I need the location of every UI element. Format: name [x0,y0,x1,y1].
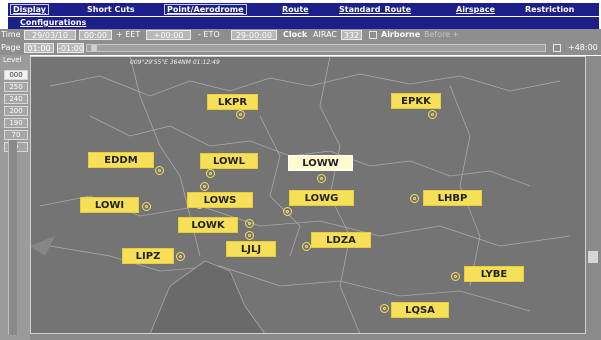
airac-field[interactable]: 332 [341,30,362,40]
level-option[interactable]: 200 [4,106,28,116]
page-forward-field[interactable]: 01:00 [24,43,54,53]
level-option[interactable]: 240 [4,94,28,104]
time-slider-thumb[interactable] [91,45,97,51]
level-option[interactable]: 190 [4,118,28,128]
aerodrome-label-epkk[interactable]: EPKK [391,93,441,109]
aerodrome-label-eddm[interactable]: EDDM [88,152,154,168]
aerodrome-label-ljlj[interactable]: LJLJ [226,241,276,257]
aerodrome-symbol[interactable] [245,231,254,240]
aerodrome-symbol[interactable] [245,219,254,228]
time-toolbar: Time 29/03/10 00:00 + EET +00:00 - ETO 2… [0,29,601,42]
airborne-label: Airborne [381,30,421,39]
aerodrome-label-lows[interactable]: LOWS [187,192,253,208]
menu-short-cuts[interactable]: Short Cuts [87,5,135,14]
time-slider[interactable] [86,44,546,52]
level-scrollbar[interactable] [8,140,17,335]
aerodrome-symbol[interactable] [206,169,215,178]
menu-display[interactable]: Display [10,4,49,15]
page-label: Page [1,43,21,52]
aerodrome-label-lkpr[interactable]: LKPR [207,94,258,110]
menu-bar: Display Short Cuts Point/Aerodrome Route… [8,3,599,16]
airac-label: AIRAC [313,30,337,39]
aerodrome-label-ldza[interactable]: LDZA [311,232,371,248]
aerodrome-symbol[interactable] [302,242,311,251]
aerodrome-symbol[interactable] [236,110,245,119]
aerodrome-label-lowk[interactable]: LOWK [178,217,238,233]
menu-restriction[interactable]: Restriction [525,5,574,14]
before-field[interactable]: + [452,30,459,39]
level-title: Level [3,56,22,64]
before-label: Before [424,30,451,39]
aerodrome-label-lhbp[interactable]: LHBP [423,190,482,206]
aerodrome-symbol[interactable] [155,166,164,175]
aerodrome-label-lipz[interactable]: LIPZ [122,248,174,264]
range-checkbox[interactable] [553,44,561,52]
level-option[interactable]: 000 [4,70,28,80]
aerodrome-symbol[interactable] [142,202,151,211]
aerodrome-symbol[interactable] [428,110,437,119]
eet-field[interactable]: +00:00 [146,30,191,40]
eto-label: - ETO [198,30,220,39]
aerodrome-symbol[interactable] [200,182,209,191]
menu-route[interactable]: Route [282,5,309,14]
range-field[interactable]: +48:00 [568,43,598,52]
map-vertical-scrollbar[interactable] [586,56,601,334]
aerodrome-symbol[interactable] [451,272,460,281]
menu-point-aerodrome[interactable]: Point/Aerodrome [164,4,247,15]
aerodrome-label-lowl[interactable]: LOWL [200,153,258,169]
coordinate-readout: 009°29'55"E 364NM 01:12:49 [130,59,220,66]
aerodrome-label-lowg[interactable]: LOWG [289,190,354,206]
time-label: Time [1,30,21,39]
eto-field[interactable]: 29-00:00 [231,30,277,40]
menu-standard-route[interactable]: Standard_Route [339,5,411,14]
clock-button[interactable]: Clock [283,30,307,39]
level-option[interactable]: 70 [4,130,28,140]
configurations-bar: Configurations [8,17,599,29]
page-toolbar: Page 01:00 -01:00 +48:00 [0,42,601,55]
time-field[interactable]: 00:00 [79,30,112,40]
map-vertical-scroll-thumb[interactable] [588,251,598,263]
menu-airspace[interactable]: Airspace [456,5,495,14]
aerodrome-label-lowi[interactable]: LOWI [80,197,139,213]
date-field[interactable]: 29/03/10 [24,30,76,40]
aerodrome-symbol[interactable] [176,252,185,261]
page-back-field[interactable]: -01:00 [57,43,84,53]
aerodrome-label-lqsa[interactable]: LQSA [391,302,449,318]
aerodrome-label-lybe[interactable]: LYBE [464,266,524,282]
airborne-checkbox[interactable] [369,31,377,39]
eet-label: + EET [116,30,141,39]
aerodrome-symbol[interactable] [380,304,389,313]
aerodrome-symbol[interactable] [283,207,292,216]
aerodrome-label-loww[interactable]: LOWW [288,155,353,171]
map-view[interactable]: 009°29'55"E 364NM 01:12:49 LKPR EPKK EDD… [30,56,586,334]
aerodrome-symbol[interactable] [317,174,326,183]
level-option[interactable]: 250 [4,82,28,92]
map-horizontal-scrollbar[interactable] [30,334,601,340]
menu-configurations[interactable]: Configurations [20,18,86,27]
aerodrome-symbol[interactable] [410,194,419,203]
